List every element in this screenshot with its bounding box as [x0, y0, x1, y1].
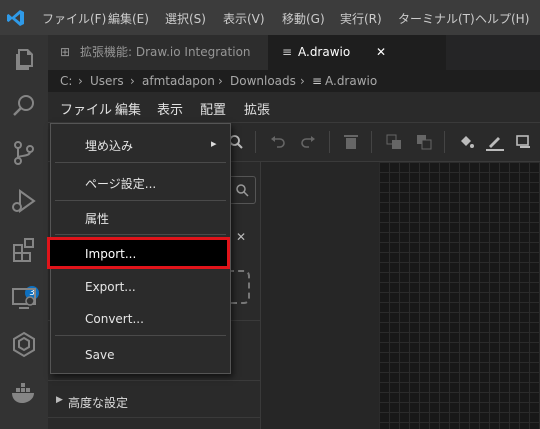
run-debug-icon[interactable] [8, 185, 40, 217]
to-front-icon[interactable] [386, 134, 402, 150]
file-lines-icon: ≡ [282, 45, 293, 59]
menu-edit[interactable]: 編集(E) [108, 10, 149, 27]
docker-icon[interactable] [8, 377, 40, 409]
breadcrumb-item[interactable]: C: [60, 70, 72, 92]
title-bar: ファイル(F) 編集(E) 選択(S) 表示(V) 移動(G) 実行(R) ター… [0, 0, 540, 35]
menu-help[interactable]: ヘルプ(H) [475, 10, 529, 27]
search-icon[interactable] [8, 90, 40, 122]
panel-divider [48, 380, 260, 381]
toolbar-divider [255, 131, 256, 153]
extensions-icon[interactable] [8, 233, 40, 265]
close-icon[interactable]: ✕ [376, 35, 386, 70]
chevron-right-icon: › [300, 74, 305, 88]
menu-item-convert[interactable]: Convert... [51, 304, 230, 334]
menu-item-label: Export... [85, 280, 136, 294]
menu-item-export[interactable]: Export... [51, 272, 230, 302]
remote-explorer-icon[interactable] [8, 282, 40, 314]
drawio-menubar: ファイル 編集 表示 配置 拡張 [48, 92, 540, 123]
menu-run[interactable]: 実行(R) [340, 10, 382, 27]
diagram-canvas[interactable] [379, 162, 540, 429]
menu-selection[interactable]: 選択(S) [165, 10, 206, 27]
menu-item-label: 埋め込み [85, 139, 134, 153]
chevron-right-icon: › [78, 74, 83, 88]
chevron-right-icon: › [130, 74, 135, 88]
menu-item-page-setup[interactable]: ページ設定... [51, 167, 230, 197]
menu-file[interactable]: ファイル(F) [42, 10, 106, 27]
drawio-menu-extras[interactable]: 拡張 [244, 99, 270, 118]
drawio-menu-arrange[interactable]: 配置 [200, 99, 226, 118]
to-back-icon[interactable] [416, 134, 432, 150]
shape-search-box[interactable] [228, 176, 256, 204]
drawio-menu-view[interactable]: 表示 [157, 99, 183, 118]
submenu-arrow-icon: ▸ [211, 137, 217, 150]
expand-arrow-icon[interactable]: ▶ [56, 395, 63, 405]
search-icon [236, 184, 249, 197]
menu-separator [55, 200, 226, 201]
breadcrumb-item[interactable]: afmtadapon [142, 70, 215, 92]
hexagon-extension-icon[interactable] [8, 328, 40, 360]
explorer-icon[interactable] [8, 43, 40, 75]
drawio-menu-edit[interactable]: 編集 [115, 99, 141, 118]
menu-separator [55, 162, 226, 163]
tab-label: A.drawio [298, 45, 351, 59]
menu-separator [55, 335, 226, 336]
shape-placeholder[interactable] [228, 270, 250, 304]
redo-icon[interactable] [300, 135, 316, 149]
vscode-logo-icon [7, 10, 24, 26]
breadcrumb-item[interactable]: A.drawio [325, 70, 377, 92]
close-icon[interactable]: ✕ [236, 230, 246, 244]
drawio-menu-file[interactable]: ファイル [60, 99, 112, 118]
menu-item-label: Save [85, 348, 115, 362]
menu-item-embed[interactable]: 埋め込み ▸ [51, 129, 230, 159]
line-color-icon[interactable] [486, 133, 504, 151]
menu-item-save[interactable]: Save [51, 340, 230, 370]
fill-color-icon[interactable] [458, 134, 474, 150]
chevron-right-icon: › [218, 74, 223, 88]
breadcrumb: C: › Users › afmtadapon › Downloads › ≡ … [48, 70, 540, 92]
source-control-icon[interactable] [8, 137, 40, 169]
menu-item-properties[interactable]: 属性 [51, 202, 230, 232]
canvas-margin [261, 162, 379, 429]
menu-item-label: 属性 [85, 212, 110, 226]
menu-go[interactable]: 移動(G) [282, 10, 325, 27]
shadow-icon[interactable] [516, 135, 532, 149]
editor-tab-bar: ⊞ 拡張機能: Draw.io Integration ≡ A.drawio ✕ [48, 35, 540, 70]
toolbar-divider [371, 131, 372, 153]
breadcrumb-item[interactable]: Downloads [230, 70, 296, 92]
menu-item-import[interactable]: Import... [47, 237, 230, 269]
toolbar-divider [444, 131, 445, 153]
activity-bar: 3 [0, 35, 48, 429]
menu-item-label: ページ設定... [85, 177, 157, 191]
extension-tab-icon: ⊞ [60, 45, 71, 59]
menu-terminal[interactable]: ターミナル(T) [398, 10, 475, 27]
tab-label: 拡張機能: Draw.io Integration [80, 45, 251, 59]
undo-icon[interactable] [270, 135, 286, 149]
menu-item-label: Import... [85, 247, 137, 261]
tab-a-drawio[interactable]: ≡ A.drawio ✕ [268, 35, 446, 70]
advanced-settings-label[interactable]: 高度な設定 [68, 394, 128, 411]
delete-icon[interactable] [344, 134, 358, 150]
menu-separator [55, 234, 226, 235]
panel-divider [48, 417, 260, 418]
toolbar-divider [329, 131, 330, 153]
breadcrumb-item[interactable]: Users [90, 70, 124, 92]
tab-extension-drawio[interactable]: ⊞ 拡張機能: Draw.io Integration [48, 35, 268, 70]
menu-view[interactable]: 表示(V) [223, 10, 265, 27]
menu-item-label: Convert... [85, 312, 144, 326]
file-lines-icon: ≡ [312, 74, 323, 88]
